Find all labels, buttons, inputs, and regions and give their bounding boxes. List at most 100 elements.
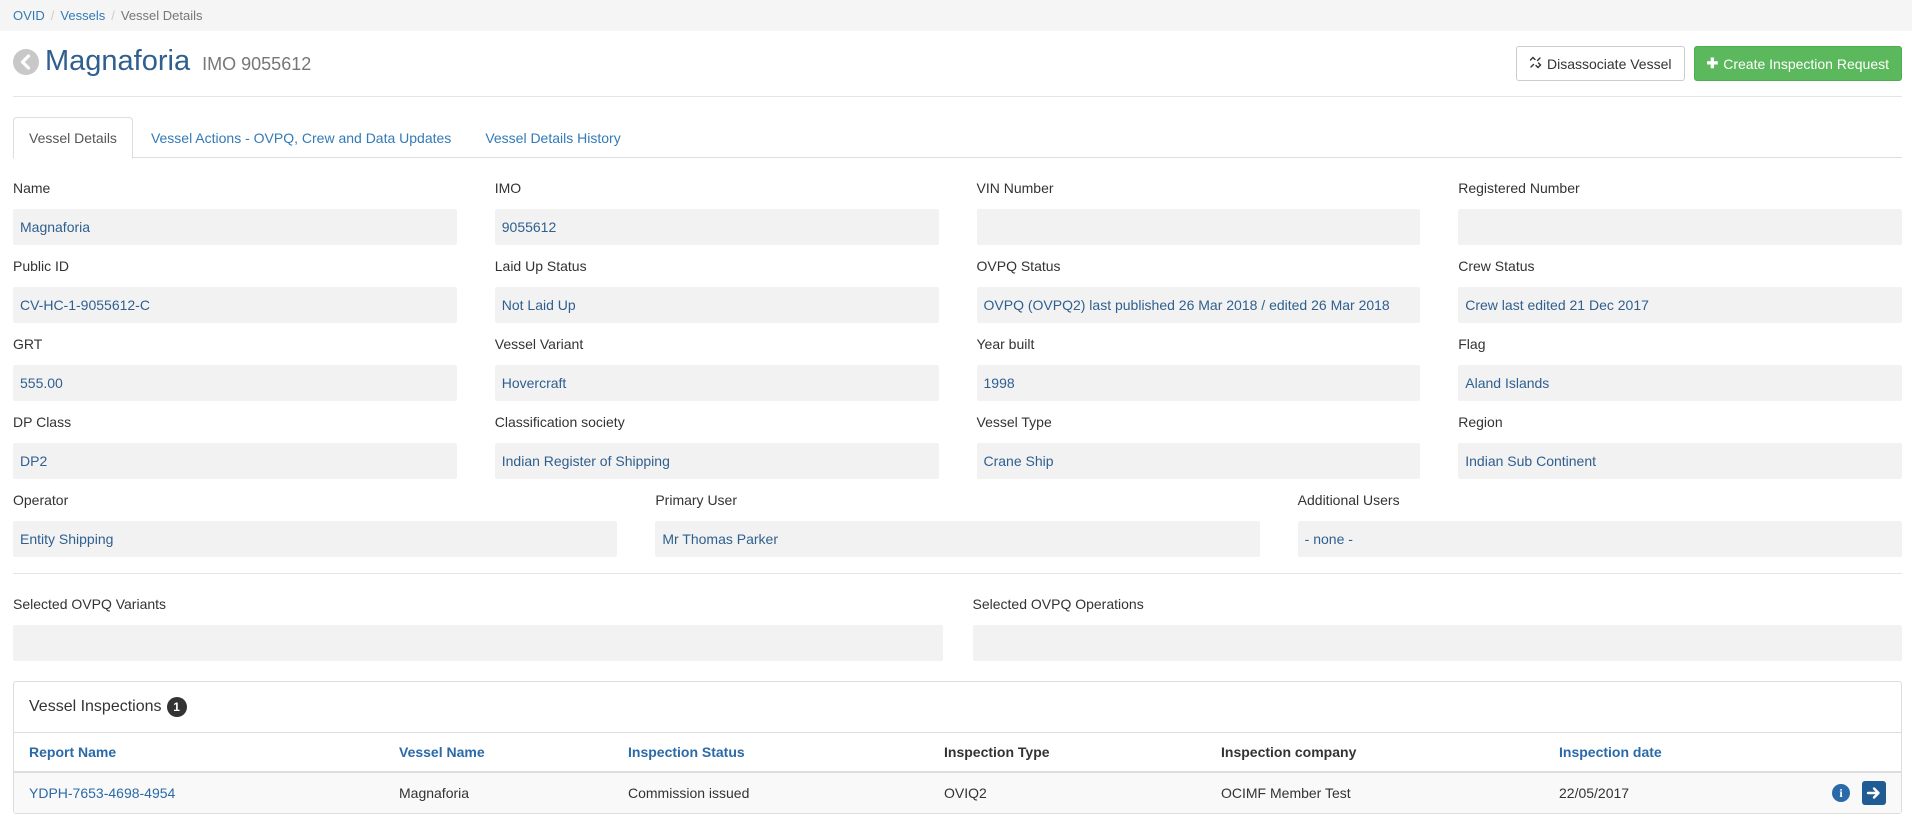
field-value: - none -: [1297, 521, 1902, 557]
cell-vessel-name: Magnaforia: [384, 772, 613, 813]
field-public-id: Public ID CV-HC-1-9055612-C: [13, 257, 457, 335]
field-value: [976, 209, 1421, 245]
field-label: Selected OVPQ Operations: [972, 596, 1144, 612]
breadcrumb: OVID / Vessels / Vessel Details: [0, 0, 1912, 31]
field-value: CV-HC-1-9055612-C: [13, 287, 457, 323]
disassociate-vessel-label: Disassociate Vessel: [1546, 55, 1672, 72]
field-label: Classification society: [494, 414, 625, 430]
field-label: Registered Number: [1458, 180, 1580, 196]
field-laid-up-status: Laid Up Status Not Laid Up: [494, 257, 939, 335]
table-row: YDPH-7653-4698-4954 Magnaforia Commissio…: [14, 772, 1901, 813]
field-value: Crane Ship: [976, 443, 1421, 479]
cell-inspection-company: OCIMF Member Test: [1206, 772, 1544, 813]
field-label: GRT: [13, 336, 43, 352]
column-header-vessel-name[interactable]: Vessel Name: [384, 733, 613, 773]
field-ovpq-operations: Selected OVPQ Operations: [972, 595, 1902, 673]
vessel-fields-grid: Name Magnaforia IMO 9055612 VIN Number R…: [13, 179, 1902, 491]
chevron-left-circle-icon[interactable]: [13, 49, 39, 75]
field-value: [13, 625, 943, 661]
tab-vessel-details[interactable]: Vessel Details: [13, 117, 133, 159]
field-label: DP Class: [13, 414, 72, 430]
report-name-link[interactable]: YDPH-7653-4698-4954: [29, 785, 175, 801]
field-value: 9055612: [494, 209, 939, 245]
field-value: Not Laid Up: [494, 287, 939, 323]
field-value: DP2: [13, 443, 457, 479]
breadcrumb-current: Vessel Details: [120, 8, 203, 23]
breadcrumb-separator: /: [111, 8, 115, 23]
ovpq-selection-grid: Selected OVPQ Variants Selected OVPQ Ope…: [13, 595, 1902, 673]
page-title: Magnaforia IMO 9055612: [45, 45, 311, 78]
column-header-inspection-status[interactable]: Inspection Status: [613, 733, 929, 773]
field-name: Name Magnaforia: [13, 179, 457, 257]
cell-inspection-status: Commission issued: [613, 772, 929, 813]
cell-inspection-type: OVIQ2: [929, 772, 1206, 813]
create-inspection-request-label: Create Inspection Request: [1723, 55, 1889, 72]
field-value: [972, 625, 1902, 661]
field-value: 1998: [976, 365, 1421, 401]
column-header-report-name[interactable]: Report Name: [14, 733, 384, 773]
main-content: Magnaforia IMO 9055612 Disassociate Vess…: [0, 31, 1912, 814]
field-label: Year built: [976, 336, 1035, 352]
field-dp-class: DP Class DP2: [13, 413, 457, 491]
field-classification-society: Classification society Indian Register o…: [494, 413, 939, 491]
field-ovpq-status: OVPQ Status OVPQ (OVPQ2) last published …: [976, 257, 1421, 335]
column-header-inspection-type: Inspection Type: [929, 733, 1206, 773]
field-vin-number: VIN Number: [976, 179, 1421, 257]
field-value: Indian Sub Continent: [1458, 443, 1902, 479]
field-label: Public ID: [13, 258, 70, 274]
field-label: OVPQ Status: [976, 258, 1061, 274]
field-label: VIN Number: [976, 180, 1054, 196]
field-vessel-variant: Vessel Variant Hovercraft: [494, 335, 939, 413]
field-label: Crew Status: [1458, 258, 1535, 274]
field-additional-users: Additional Users - none -: [1297, 491, 1902, 569]
create-inspection-request-button[interactable]: ✚ Create Inspection Request: [1693, 46, 1902, 81]
vessel-inspections-heading: Vessel Inspections 1: [14, 682, 1901, 733]
cell-row-actions: i: [1814, 772, 1901, 813]
vessel-tabs: Vessel Details Vessel Actions - OVPQ, Cr…: [13, 117, 1902, 159]
column-header-inspection-date[interactable]: Inspection date: [1544, 733, 1814, 773]
section-divider: [13, 573, 1902, 574]
inspections-table: Report Name Vessel Name Inspection Statu…: [14, 733, 1901, 813]
vessel-inspections-panel: Vessel Inspections 1 Report Name Vessel …: [13, 681, 1902, 814]
field-label: Selected OVPQ Variants: [13, 596, 167, 612]
field-label: Additional Users: [1297, 492, 1400, 508]
field-value: [1458, 209, 1902, 245]
table-header-row: Report Name Vessel Name Inspection Statu…: [14, 733, 1901, 773]
panel-title: Vessel Inspections: [29, 698, 162, 715]
field-year-built: Year built 1998: [976, 335, 1421, 413]
field-grt: GRT 555.00: [13, 335, 457, 413]
row-actions: i: [1829, 781, 1886, 805]
breadcrumb-ovid-link[interactable]: OVID: [13, 8, 45, 23]
page-header: Magnaforia IMO 9055612 Disassociate Vess…: [13, 31, 1902, 97]
tab-vessel-actions[interactable]: Vessel Actions - OVPQ, Crew and Data Upd…: [135, 117, 467, 158]
field-label: Vessel Variant: [494, 336, 584, 352]
field-label: IMO: [494, 180, 522, 196]
field-value: 555.00: [13, 365, 457, 401]
field-registered-number: Registered Number: [1458, 179, 1902, 257]
field-operator: Operator Entity Shipping: [13, 491, 618, 569]
field-label: Operator: [13, 492, 69, 508]
field-value: Crew last edited 21 Dec 2017: [1458, 287, 1902, 323]
header-actions: Disassociate Vessel ✚ Create Inspection …: [1515, 46, 1902, 81]
field-label: Region: [1458, 414, 1503, 430]
info-circle-icon[interactable]: i: [1832, 784, 1850, 802]
field-value: Indian Register of Shipping: [494, 443, 939, 479]
field-value: OVPQ (OVPQ2) last published 26 Mar 2018 …: [976, 287, 1421, 323]
breadcrumb-separator: /: [50, 8, 55, 23]
disassociate-vessel-button[interactable]: Disassociate Vessel: [1515, 46, 1685, 81]
cell-inspection-date: 22/05/2017: [1544, 772, 1814, 813]
plus-icon: ✚: [1706, 55, 1719, 71]
field-label: Vessel Type: [976, 414, 1052, 430]
imo-subtitle: IMO 9055612: [202, 54, 312, 74]
arrow-right-icon[interactable]: [1862, 781, 1886, 805]
field-value: Hovercraft: [494, 365, 939, 401]
field-value: Aland Islands: [1458, 365, 1902, 401]
field-label: Name: [13, 180, 51, 196]
breadcrumb-vessels-link[interactable]: Vessels: [60, 8, 105, 23]
field-region: Region Indian Sub Continent: [1458, 413, 1902, 491]
tab-vessel-details-history[interactable]: Vessel Details History: [469, 117, 636, 158]
column-header-actions: [1814, 733, 1901, 773]
vessel-users-grid: Operator Entity Shipping Primary User Mr…: [13, 491, 1902, 569]
field-value: Magnaforia: [13, 209, 457, 245]
field-flag: Flag Aland Islands: [1458, 335, 1902, 413]
